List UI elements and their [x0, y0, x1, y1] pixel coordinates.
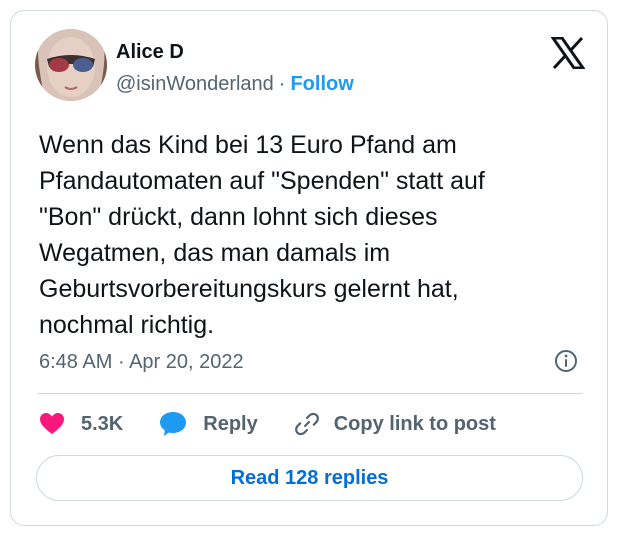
tweet-line: Geburtsvorbereitungskurs gelernt hat, — [39, 275, 459, 303]
action-bar: 5.3K Reply Copy link to post — [39, 409, 496, 439]
x-logo-icon[interactable] — [551, 37, 585, 69]
reply-button[interactable]: Reply — [159, 411, 293, 437]
copy-link-label: Copy link to post — [333, 412, 496, 435]
tweet-line: Wegatmen, das man damals im — [39, 239, 391, 267]
copy-link-button[interactable]: Copy link to post — [294, 411, 496, 437]
tweet-card: Alice D @isinWonderland · Follow Wenn das … — [10, 10, 608, 526]
like-count: 5.3K — [81, 412, 124, 435]
author-handle[interactable]: @isinWonderland — [116, 73, 274, 95]
tweet-line: Wenn das Kind bei 13 Euro Pfand am — [39, 131, 457, 159]
tweet-line: nochmal richtig. — [39, 311, 215, 339]
divider — [37, 393, 583, 394]
like-button[interactable]: 5.3K — [39, 412, 159, 436]
speech-bubble-icon — [160, 412, 187, 436]
info-icon[interactable] — [554, 349, 578, 373]
follow-link[interactable]: Follow — [290, 73, 353, 95]
link-icon — [294, 412, 319, 436]
read-replies-button[interactable]: Read 128 replies — [36, 455, 583, 501]
heart-icon — [40, 413, 64, 434]
tweet-timestamp[interactable]: 6:48 AM · Apr 20, 2022 — [39, 350, 244, 374]
tweet-time: 6:48 AM — [39, 351, 113, 373]
separator-dot: · — [117, 351, 125, 373]
avatar-image — [35, 29, 107, 101]
reply-label: Reply — [203, 412, 258, 435]
avatar[interactable] — [35, 29, 107, 101]
separator-dot: · — [278, 73, 286, 95]
tweet-line: Pfandautomaten auf "Spenden" statt auf — [39, 167, 485, 195]
tweet-line: "Bon" drückt, dann lohnt sich dieses — [39, 203, 438, 231]
author-name[interactable]: Alice D — [116, 40, 184, 64]
tweet-date: Apr 20, 2022 — [129, 351, 244, 373]
author-handle-row: @isinWonderland · Follow — [116, 72, 354, 96]
tweet-text: Wenn das Kind bei 13 Euro Pfand am Pfand… — [39, 127, 589, 343]
